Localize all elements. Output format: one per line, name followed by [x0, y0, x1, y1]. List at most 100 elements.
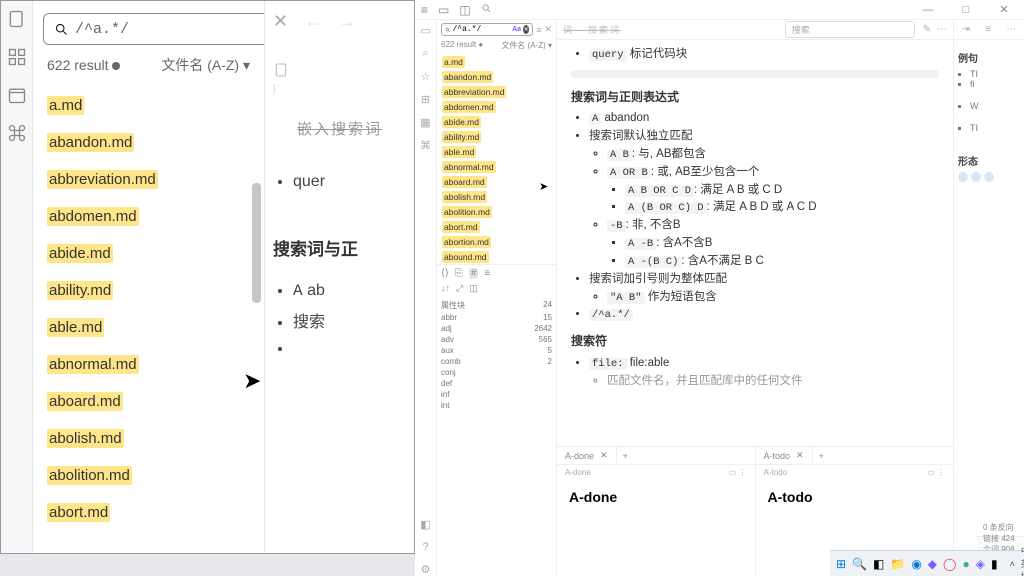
result-item[interactable]: a.md — [41, 87, 256, 124]
book-icon[interactable]: ▭ — [927, 468, 935, 477]
result-item[interactable]: abnormal.md — [41, 346, 256, 383]
result-item[interactable]: able.md — [41, 309, 256, 346]
result-item[interactable]: abort.md — [440, 219, 553, 234]
find-input[interactable]: 搜索 — [785, 21, 915, 38]
list-icon[interactable]: ≡ — [484, 268, 490, 279]
result-item[interactable]: abolition.md — [41, 457, 256, 494]
obsidian-icon[interactable]: ◈ — [976, 555, 985, 573]
files-icon[interactable]: ▭ — [420, 24, 430, 37]
sort-dropdown[interactable]: 文件名 (A-Z) ▾ — [161, 55, 250, 75]
taskview-button[interactable]: ◧ — [873, 555, 884, 573]
breadcrumb[interactable]: 词 · 搜索词 — [563, 23, 621, 36]
app-icon[interactable]: ◯ — [943, 555, 956, 573]
result-item[interactable]: a.md — [440, 54, 553, 69]
result-item[interactable]: abandon.md — [41, 124, 256, 161]
sidebar-item[interactable]: W — [970, 101, 1020, 111]
back-icon[interactable]: ← — [304, 11, 322, 32]
search-input[interactable] — [452, 25, 510, 34]
expand-icon[interactable]: ⤢ — [456, 283, 463, 294]
sidebar-item[interactable]: TI — [970, 69, 1020, 79]
prop-row[interactable]: adv565 — [441, 334, 552, 345]
result-item[interactable]: abort.md — [41, 494, 256, 531]
result-item[interactable]: able.md — [440, 144, 553, 159]
tab[interactable]: A-todo✕ — [756, 447, 813, 464]
close-icon[interactable]: ✕ — [273, 11, 288, 32]
prop-row[interactable]: conj — [441, 367, 552, 378]
close-icon[interactable]: ✕ — [796, 450, 804, 461]
nav-back-icon[interactable]: ≡ — [421, 3, 428, 17]
editor-content[interactable]: query 标记代码块 搜索词与正则表达式 A abandon 搜索词默认独立匹… — [557, 40, 953, 446]
explorer-icon[interactable]: 📁 — [890, 555, 905, 573]
result-item[interactable]: abolition.md — [440, 204, 553, 219]
tab[interactable]: A-done✕ — [557, 447, 617, 464]
grid-icon[interactable] — [7, 47, 27, 67]
maximize-button[interactable]: □ — [952, 4, 980, 16]
more-icon[interactable]: ⋯ — [1006, 24, 1016, 35]
calendar-icon[interactable] — [7, 85, 27, 105]
search-input[interactable] — [75, 21, 265, 38]
sidebar-item[interactable]: TI — [970, 123, 1020, 133]
settings-icon[interactable]: ⚙ — [421, 563, 431, 576]
vault-icon[interactable]: ◧ — [420, 518, 430, 531]
edit-icon[interactable]: ✎ — [923, 24, 931, 35]
result-item[interactable]: abbreviation.md — [41, 161, 256, 198]
link-icon[interactable]: ⎘ — [455, 268, 463, 279]
note-title[interactable]: A-done — [557, 479, 755, 515]
edge-icon[interactable]: ◉ — [911, 555, 921, 573]
result-item[interactable]: ability.md — [41, 272, 256, 309]
sidebar-item[interactable]: fi — [970, 79, 1020, 89]
sort-icon[interactable]: ↓↑ — [441, 283, 450, 294]
prop-row[interactable]: 属性块24 — [441, 299, 552, 312]
app-icon[interactable]: ● — [962, 555, 969, 573]
prop-row[interactable]: inf — [441, 389, 552, 400]
search-icon[interactable] — [481, 3, 492, 17]
dot-icon[interactable] — [958, 172, 968, 182]
folder-icon[interactable]: ▭ — [438, 3, 449, 17]
result-item[interactable]: abandon.md — [440, 69, 553, 84]
result-item[interactable]: abolish.md — [440, 189, 553, 204]
app-icon[interactable]: ◆ — [928, 555, 937, 573]
minimize-button[interactable]: — — [914, 4, 942, 16]
result-item[interactable]: ability.md — [440, 129, 553, 144]
collapse-icon[interactable]: ⇥ — [962, 24, 970, 35]
system-tray[interactable]: ˄ 中 英 拼 📶 🔊 🔋 21:40 2023/8/2 — [1010, 544, 1024, 576]
sort-dropdown[interactable]: 文件名 (A-Z) ▾ — [501, 40, 552, 51]
result-item[interactable]: aboard.md — [440, 174, 553, 189]
dot-icon[interactable] — [984, 172, 994, 182]
search-button[interactable]: 🔍 — [852, 555, 867, 573]
forward-icon[interactable]: → — [338, 11, 356, 32]
grid-icon[interactable]: ⊞ — [421, 93, 430, 106]
new-tab-button[interactable]: + — [813, 451, 830, 461]
more-icon[interactable]: ⋯ — [937, 24, 947, 35]
result-item[interactable]: abound.md — [440, 249, 553, 264]
dot-icon[interactable] — [971, 172, 981, 182]
prop-row[interactable]: aux5 — [441, 345, 552, 356]
tag-icon[interactable]: ⟨⟩ — [441, 268, 449, 279]
result-item[interactable]: abnormal.md — [440, 159, 553, 174]
prop-row[interactable]: adj2642 — [441, 323, 552, 334]
case-toggle[interactable]: Aa — [512, 26, 521, 33]
close-button[interactable]: ✕ — [990, 3, 1018, 16]
new-tab-button[interactable]: + — [617, 451, 634, 461]
result-item[interactable]: abolish.md — [41, 420, 256, 457]
result-item[interactable]: aboard.md — [41, 383, 256, 420]
calendar-icon[interactable]: ▦ — [420, 116, 430, 129]
chevron-up-icon[interactable]: ˄ — [1010, 559, 1015, 569]
result-item[interactable]: abide.md — [440, 114, 553, 129]
close-icon[interactable]: ✕ — [544, 24, 552, 35]
files-icon[interactable] — [7, 9, 27, 29]
app-icon[interactable]: ▮ — [991, 555, 998, 573]
result-item[interactable]: abide.md — [41, 235, 256, 272]
hash-icon[interactable]: # — [469, 268, 479, 279]
prop-row[interactable]: comb2 — [441, 356, 552, 367]
outline-icon[interactable]: ≡ — [985, 24, 991, 35]
more-icon[interactable]: ⋮ — [937, 468, 945, 477]
search-icon[interactable]: ⌕ — [422, 47, 428, 60]
inbox-icon[interactable]: ◫ — [459, 3, 470, 17]
collapse-icon[interactable]: ◫ — [469, 283, 478, 294]
result-item[interactable]: abdomen.md — [440, 99, 553, 114]
close-icon[interactable]: ✕ — [600, 450, 608, 461]
prop-row[interactable]: abbr15 — [441, 312, 552, 323]
result-item[interactable]: abdomen.md — [41, 198, 256, 235]
book-icon[interactable]: ▭ — [729, 468, 737, 477]
